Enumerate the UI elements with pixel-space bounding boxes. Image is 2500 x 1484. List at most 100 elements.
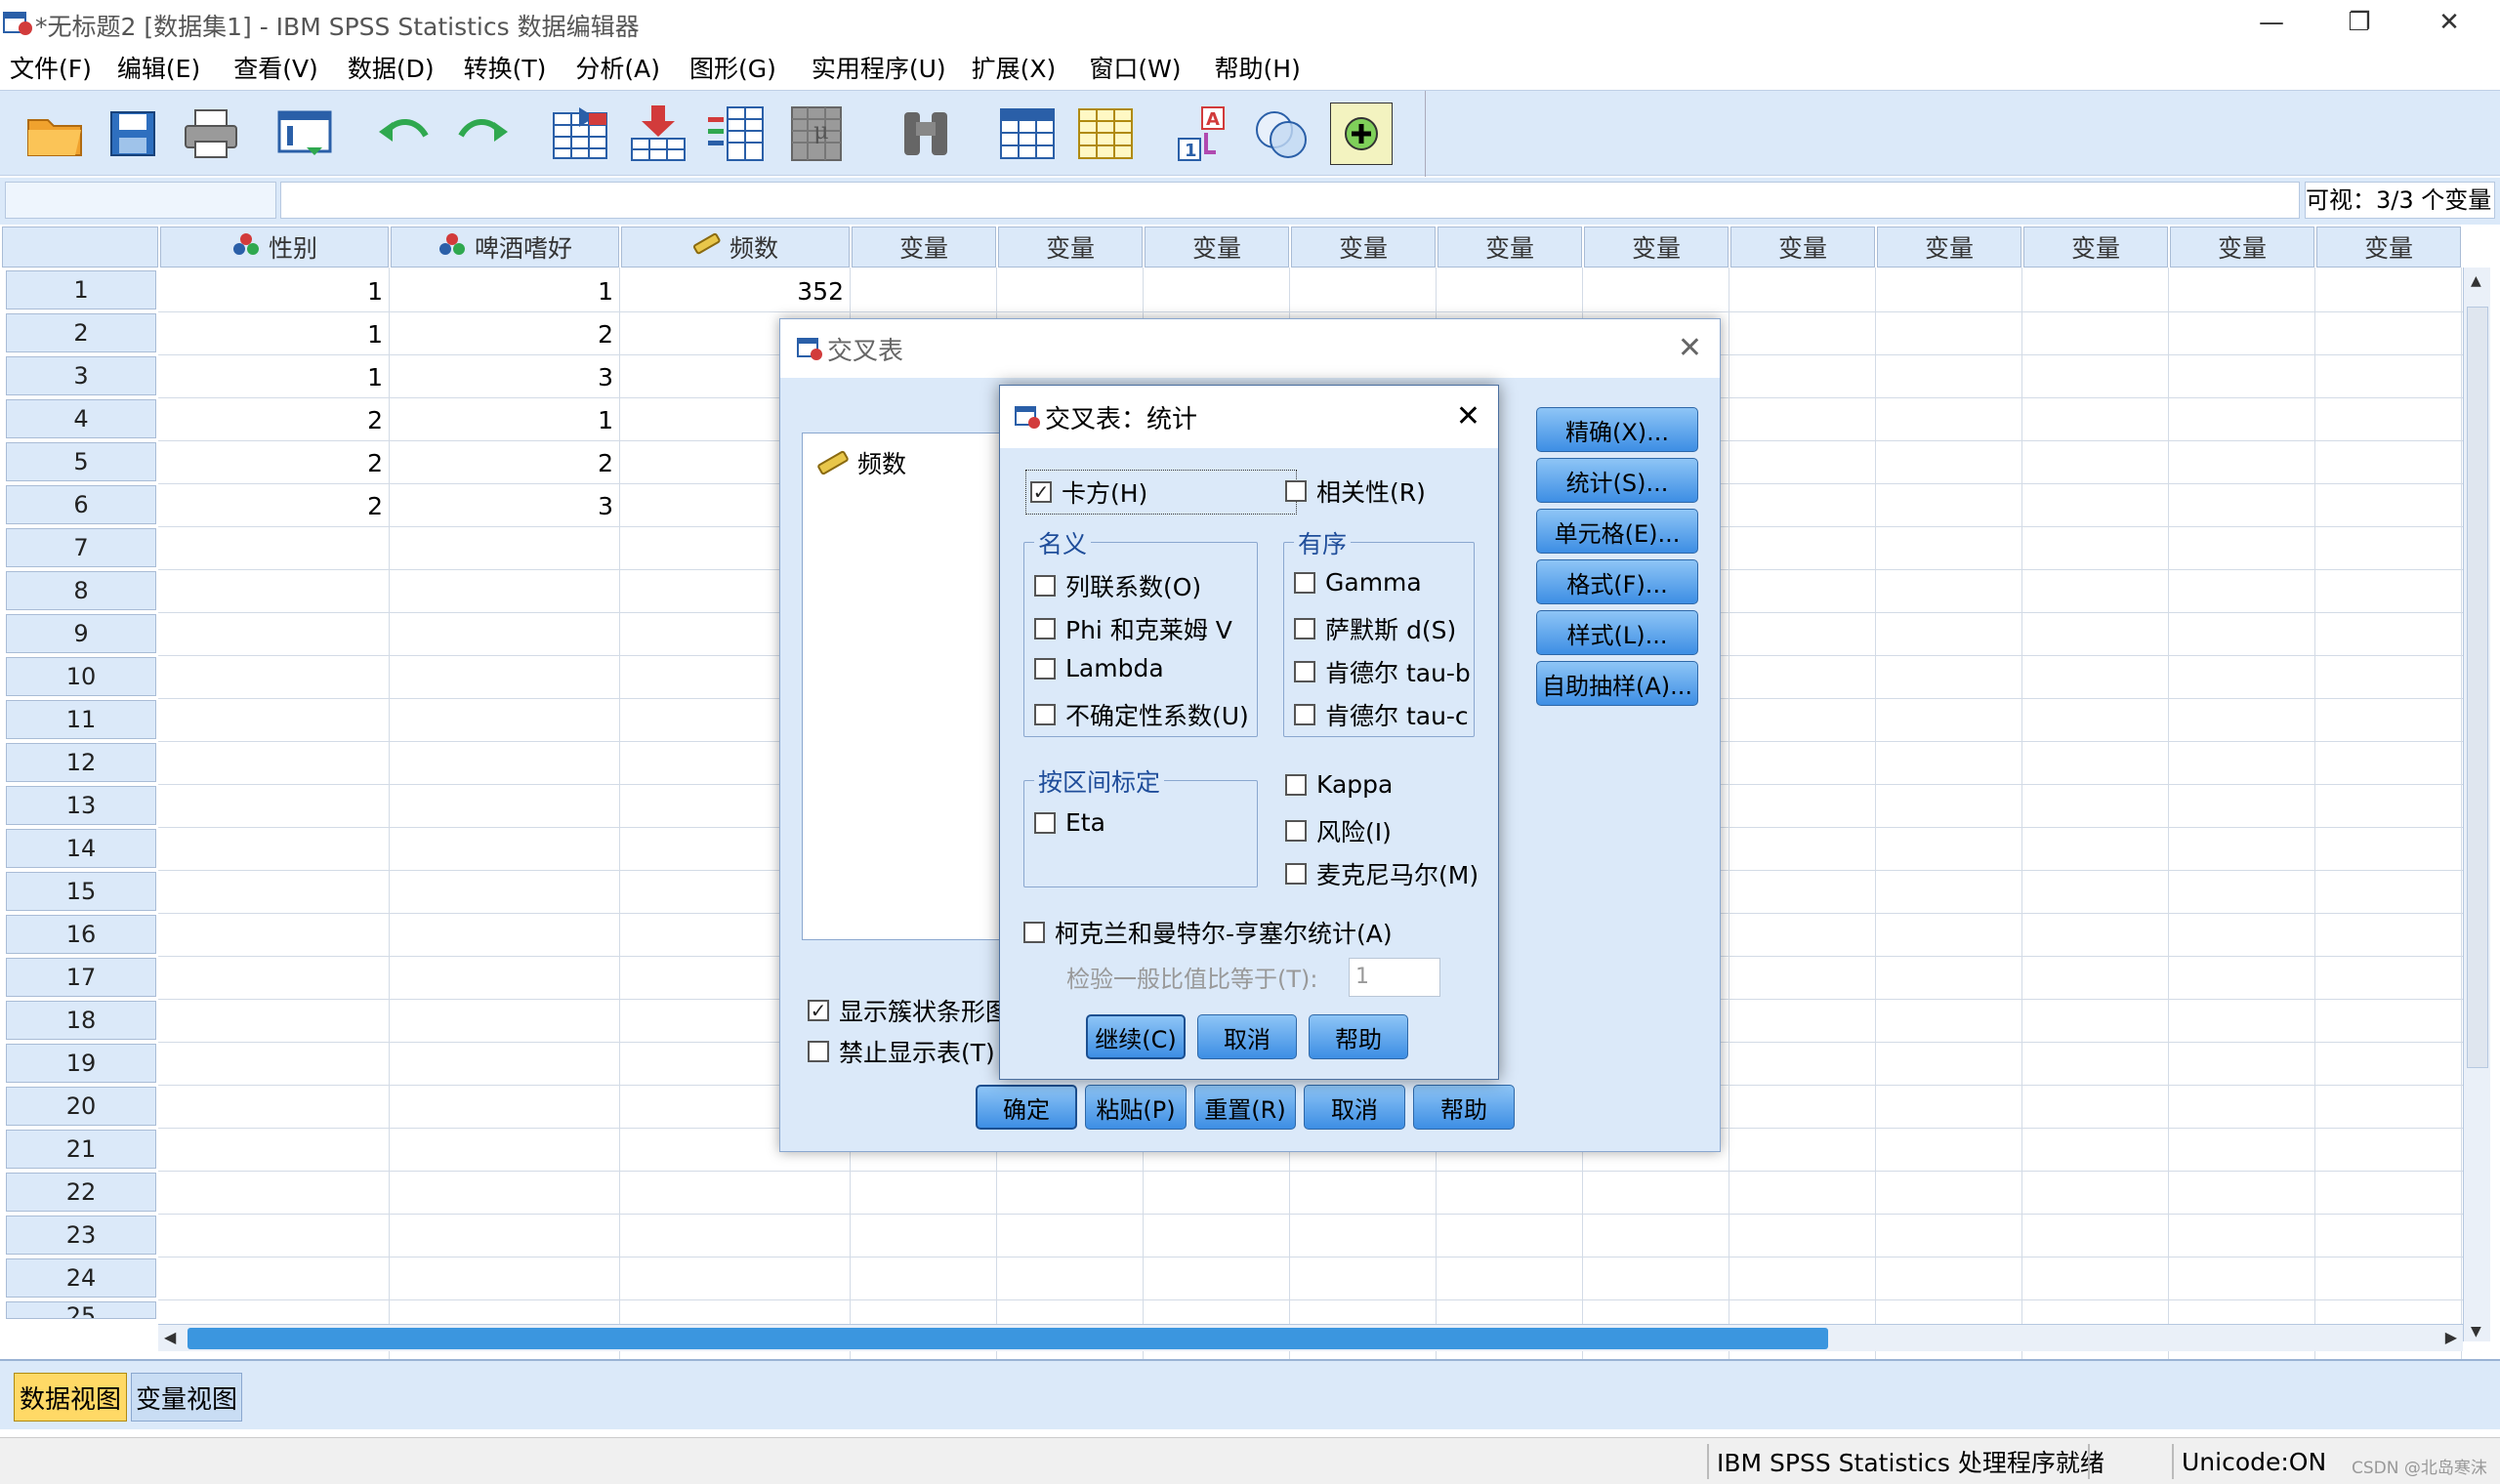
data-cell[interactable]: 352 <box>621 269 850 312</box>
row-header[interactable]: 11 <box>6 700 156 739</box>
data-cell[interactable]: 2 <box>391 312 619 355</box>
row-header[interactable]: 10 <box>6 657 156 696</box>
recall-dialog-icon[interactable] <box>271 99 342 169</box>
tab-variable-view[interactable]: 变量视图 <box>131 1373 242 1422</box>
somers-d-checkbox[interactable]: 萨默斯 d(S) <box>1294 611 1456 646</box>
print-icon[interactable] <box>176 99 246 169</box>
bootstrap-button[interactable]: 自助抽样(A)... <box>1536 661 1698 706</box>
paste-button[interactable]: 粘贴(P) <box>1085 1085 1187 1130</box>
cmh-checkbox[interactable]: 柯克兰和曼特尔-亨塞尔统计(A) <box>1023 915 1393 950</box>
uncertainty-coefficient-checkbox[interactable]: 不确定性系数(U) <box>1034 697 1249 732</box>
column-header[interactable]: 变量 <box>1145 227 1289 268</box>
menu-analyze[interactable]: 分析(A) <box>565 50 670 85</box>
column-header[interactable]: 变量 <box>1584 227 1729 268</box>
row-header[interactable]: 21 <box>6 1130 156 1169</box>
scroll-right-icon[interactable]: ▶ <box>2445 1328 2457 1346</box>
row-header[interactable]: 14 <box>6 829 156 868</box>
menu-data[interactable]: 数据(D) <box>338 50 444 85</box>
tab-data-view[interactable]: 数据视图 <box>14 1373 127 1422</box>
row-header[interactable]: 9 <box>6 614 156 653</box>
eta-checkbox[interactable]: Eta <box>1034 808 1105 837</box>
scroll-left-icon[interactable]: ◀ <box>164 1328 176 1346</box>
close-button[interactable]: ✕ <box>2430 6 2469 39</box>
menu-transform[interactable]: 转换(T) <box>454 50 557 85</box>
insert-cases-icon[interactable] <box>992 99 1062 169</box>
column-header[interactable]: 变量 <box>1438 227 1582 268</box>
format-button[interactable]: 格式(F)... <box>1536 559 1698 604</box>
statistics-button[interactable]: 统计(S)... <box>1536 458 1698 503</box>
cancel-button[interactable]: 取消 <box>1304 1085 1405 1130</box>
row-header[interactable]: 19 <box>6 1044 156 1083</box>
column-header[interactable]: 啤酒嗜好 <box>391 227 619 268</box>
column-header[interactable]: 变量 <box>998 227 1143 268</box>
close-icon[interactable]: ✕ <box>1456 399 1480 433</box>
column-header[interactable]: 变量 <box>2170 227 2314 268</box>
data-cell[interactable]: 1 <box>160 269 389 312</box>
goto-variable-icon[interactable] <box>623 99 693 169</box>
vertical-scroll-thumb[interactable] <box>2467 307 2488 1068</box>
menu-utilities[interactable]: 实用程序(U) <box>802 50 956 85</box>
undo-icon[interactable] <box>369 99 439 169</box>
correlations-checkbox[interactable]: 相关性(R) <box>1285 474 1426 509</box>
grid-corner[interactable] <box>2 227 158 268</box>
kappa-checkbox[interactable]: Kappa <box>1285 770 1393 799</box>
row-header[interactable]: 18 <box>6 1001 156 1040</box>
column-header[interactable]: 变量 <box>2316 227 2461 268</box>
cell-value-field[interactable] <box>280 182 2300 219</box>
menu-file[interactable]: 文件(F) <box>0 50 102 85</box>
goto-case-icon[interactable] <box>545 99 615 169</box>
horizontal-scrollbar[interactable]: ◀ ▶ <box>158 1324 2463 1351</box>
show-clustered-bar-checkbox[interactable]: ✓ 显示簇状条形图 <box>808 993 1010 1028</box>
column-header[interactable]: 变量 <box>1291 227 1436 268</box>
vertical-scrollbar[interactable]: ▲ ▼ <box>2463 268 2490 1341</box>
menu-graphs[interactable]: 图形(G) <box>680 50 786 85</box>
row-header[interactable]: 6 <box>6 485 156 524</box>
chi-square-checkbox[interactable]: ✓ 卡方(H) <box>1025 470 1297 515</box>
risk-checkbox[interactable]: 风险(I) <box>1285 813 1392 848</box>
row-header[interactable]: 4 <box>6 399 156 438</box>
row-header[interactable]: 12 <box>6 743 156 782</box>
value-labels-icon[interactable]: A1 <box>1168 99 1238 169</box>
gamma-checkbox[interactable]: Gamma <box>1294 568 1422 597</box>
column-header[interactable]: 性别 <box>160 227 389 268</box>
data-cell[interactable]: 2 <box>391 441 619 484</box>
save-icon[interactable] <box>98 99 168 169</box>
reset-button[interactable]: 重置(R) <box>1194 1085 1296 1130</box>
variable-item[interactable]: 频数 <box>816 445 906 480</box>
source-variable-list[interactable]: 频数 <box>802 433 1007 940</box>
open-folder-icon[interactable] <box>20 99 90 169</box>
row-header[interactable]: 2 <box>6 313 156 352</box>
row-header[interactable]: 16 <box>6 915 156 954</box>
run-descriptives-icon[interactable]: μ <box>781 99 852 169</box>
continue-button[interactable]: 继续(C) <box>1086 1014 1186 1059</box>
row-header[interactable]: 5 <box>6 442 156 481</box>
row-header[interactable]: 20 <box>6 1087 156 1126</box>
kendall-tau-c-checkbox[interactable]: 肯德尔 tau-c <box>1294 697 1469 732</box>
data-cell[interactable]: 3 <box>391 355 619 398</box>
lambda-checkbox[interactable]: Lambda <box>1034 654 1164 682</box>
data-cell[interactable]: 2 <box>160 441 389 484</box>
data-cell[interactable]: 1 <box>391 398 619 441</box>
row-header[interactable]: 17 <box>6 958 156 997</box>
style-button[interactable]: 样式(L)... <box>1536 610 1698 655</box>
row-header[interactable]: 13 <box>6 786 156 825</box>
close-icon[interactable]: ✕ <box>1678 331 1702 365</box>
contingency-coefficient-checkbox[interactable]: 列联系数(O) <box>1034 568 1201 603</box>
spelling-icon[interactable] <box>1330 103 1393 165</box>
insert-variable-icon[interactable] <box>1070 99 1141 169</box>
horizontal-scroll-thumb[interactable] <box>188 1328 1828 1349</box>
redo-icon[interactable] <box>447 99 518 169</box>
row-header[interactable]: 25 <box>6 1301 156 1319</box>
row-header[interactable]: 7 <box>6 528 156 567</box>
suppress-tables-checkbox[interactable]: 禁止显示表(T) <box>808 1034 995 1069</box>
scroll-up-icon[interactable]: ▲ <box>2471 273 2481 289</box>
row-header[interactable]: 3 <box>6 356 156 395</box>
menu-help[interactable]: 帮助(H) <box>1205 50 1311 85</box>
data-cell[interactable]: 1 <box>391 269 619 312</box>
scroll-down-icon[interactable]: ▼ <box>2471 1324 2481 1340</box>
column-header[interactable]: 变量 <box>1730 227 1875 268</box>
row-header[interactable]: 15 <box>6 872 156 911</box>
row-header[interactable]: 22 <box>6 1173 156 1212</box>
use-sets-icon[interactable] <box>1246 99 1316 169</box>
data-cell[interactable]: 2 <box>160 398 389 441</box>
